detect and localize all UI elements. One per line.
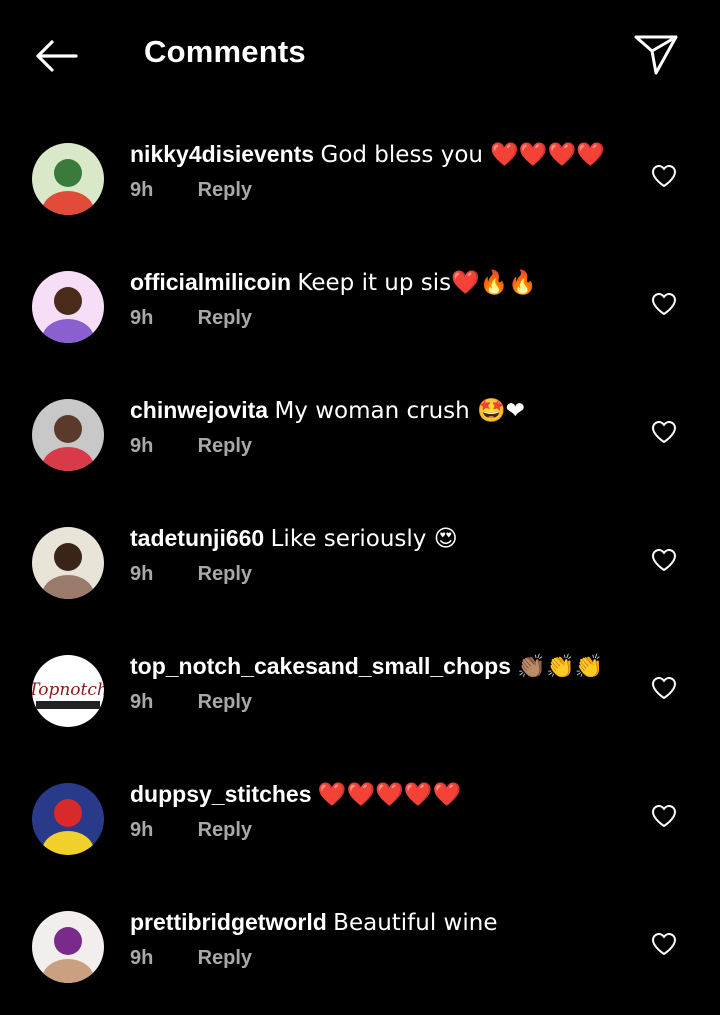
comment-time: 9h bbox=[130, 691, 154, 713]
reply-button[interactable]: Reply bbox=[198, 819, 252, 841]
comment-item: officialmilicoin Keep it up sis❤️🔥🔥 9h R… bbox=[0, 243, 720, 371]
comment-item: nikky4disievents God bless you ❤️❤️❤️❤️ … bbox=[0, 115, 720, 243]
comment-body: duppsy_stitches ❤️❤️❤️❤️❤️ bbox=[130, 779, 461, 810]
avatar[interactable] bbox=[32, 911, 104, 983]
comment-text: Keep it up sis❤️🔥🔥 bbox=[297, 270, 538, 296]
comment-username[interactable]: prettibridgetworld bbox=[130, 909, 327, 935]
comment-body: prettibridgetworld Beautiful wine bbox=[130, 907, 498, 938]
avatar-logo-text: Topnotch bbox=[32, 680, 104, 700]
reply-button[interactable]: Reply bbox=[198, 563, 252, 585]
comment-text: Beautiful wine bbox=[333, 910, 498, 936]
comment-item: duppsy_stitches ❤️❤️❤️❤️❤️ 9h Reply bbox=[0, 755, 720, 883]
comment-time: 9h bbox=[130, 947, 154, 969]
avatar[interactable] bbox=[32, 399, 104, 471]
comment-item: chinwejovita My woman crush 🤩❤ 9h Reply bbox=[0, 371, 720, 499]
reply-button[interactable]: Reply bbox=[198, 691, 252, 713]
page-title: Comments bbox=[144, 34, 306, 69]
reply-button[interactable]: Reply bbox=[198, 947, 252, 969]
comment-body: top_notch_cakesand_small_chops 👏🏽👏👏 bbox=[130, 651, 603, 682]
header: Comments bbox=[0, 0, 720, 110]
comment-body: officialmilicoin Keep it up sis❤️🔥🔥 bbox=[130, 267, 537, 298]
heart-outline-icon bbox=[652, 805, 676, 827]
comment-text: Like seriously 😍 bbox=[270, 526, 458, 552]
comment-item: tadetunji660 Like seriously 😍 9h Reply bbox=[0, 499, 720, 627]
comment-text: ❤️❤️❤️❤️❤️ bbox=[317, 782, 462, 808]
heart-outline-icon bbox=[652, 165, 676, 187]
arrow-left-icon bbox=[36, 40, 78, 72]
comment-meta: 9h Reply bbox=[130, 563, 252, 586]
comment-time: 9h bbox=[130, 179, 154, 201]
comment-body: tadetunji660 Like seriously 😍 bbox=[130, 523, 458, 554]
comment-item: Topnotch top_notch_cakesand_small_chops … bbox=[0, 627, 720, 755]
like-button[interactable] bbox=[648, 929, 680, 959]
comment-meta: 9h Reply bbox=[130, 691, 252, 714]
comments-list: nikky4disievents God bless you ❤️❤️❤️❤️ … bbox=[0, 115, 720, 1011]
like-button[interactable] bbox=[648, 417, 680, 447]
heart-outline-icon bbox=[652, 293, 676, 315]
avatar[interactable] bbox=[32, 783, 104, 855]
comment-username[interactable]: duppsy_stitches bbox=[130, 781, 312, 807]
comment-text: My woman crush 🤩❤ bbox=[274, 398, 525, 424]
avatar[interactable] bbox=[32, 527, 104, 599]
comment-meta: 9h Reply bbox=[130, 307, 252, 330]
comment-username[interactable]: tadetunji660 bbox=[130, 525, 264, 551]
comment-meta: 9h Reply bbox=[130, 947, 252, 970]
comment-time: 9h bbox=[130, 819, 154, 841]
share-button[interactable] bbox=[628, 28, 684, 80]
heart-outline-icon bbox=[652, 549, 676, 571]
heart-outline-icon bbox=[652, 933, 676, 955]
like-button[interactable] bbox=[648, 673, 680, 703]
comment-username[interactable]: chinwejovita bbox=[130, 397, 268, 423]
comment-time: 9h bbox=[130, 435, 154, 457]
reply-button[interactable]: Reply bbox=[198, 307, 252, 329]
comment-time: 9h bbox=[130, 307, 154, 329]
avatar[interactable] bbox=[32, 143, 104, 215]
comment-body: nikky4disievents God bless you ❤️❤️❤️❤️ bbox=[130, 139, 605, 170]
reply-button[interactable]: Reply bbox=[198, 435, 252, 457]
back-button[interactable] bbox=[28, 30, 84, 82]
comment-time: 9h bbox=[130, 563, 154, 585]
comment-text: God bless you ❤️❤️❤️❤️ bbox=[320, 142, 605, 168]
paper-plane-icon bbox=[634, 35, 678, 75]
reply-button[interactable]: Reply bbox=[198, 179, 252, 201]
comment-username[interactable]: officialmilicoin bbox=[130, 269, 291, 295]
comment-username[interactable]: nikky4disievents bbox=[130, 141, 314, 167]
comment-text: 👏🏽👏👏 bbox=[517, 654, 604, 680]
comment-item: prettibridgetworld Beautiful wine 9h Rep… bbox=[0, 883, 720, 1011]
heart-outline-icon bbox=[652, 421, 676, 443]
comment-username[interactable]: top_notch_cakesand_small_chops bbox=[130, 653, 511, 679]
like-button[interactable] bbox=[648, 289, 680, 319]
avatar[interactable]: Topnotch bbox=[32, 655, 104, 727]
like-button[interactable] bbox=[648, 545, 680, 575]
comment-meta: 9h Reply bbox=[130, 435, 252, 458]
comment-meta: 9h Reply bbox=[130, 819, 252, 842]
avatar[interactable] bbox=[32, 271, 104, 343]
heart-outline-icon bbox=[652, 677, 676, 699]
comment-body: chinwejovita My woman crush 🤩❤ bbox=[130, 395, 525, 426]
comment-meta: 9h Reply bbox=[130, 179, 252, 202]
like-button[interactable] bbox=[648, 801, 680, 831]
like-button[interactable] bbox=[648, 161, 680, 191]
